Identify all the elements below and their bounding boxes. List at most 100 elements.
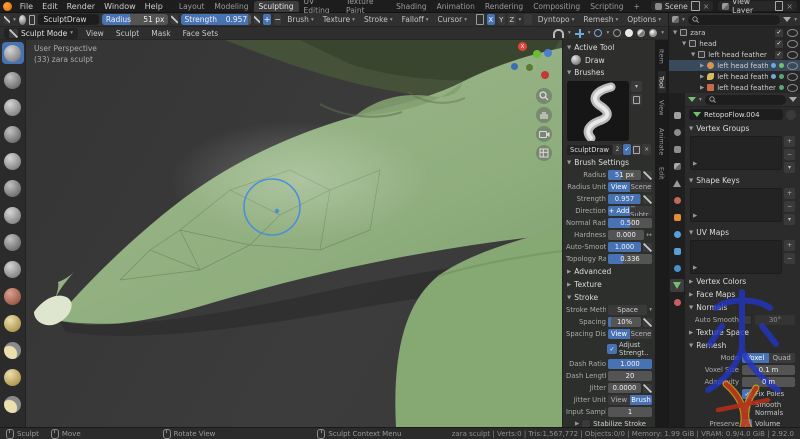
editor-type-icon[interactable] bbox=[4, 15, 10, 24]
overlays-icon[interactable] bbox=[594, 29, 602, 37]
tab-object[interactable] bbox=[670, 211, 684, 224]
modifier-icon[interactable] bbox=[771, 74, 776, 79]
armature-data-icon[interactable] bbox=[779, 85, 784, 90]
new-scene-icon[interactable] bbox=[691, 1, 700, 11]
advanced-header[interactable]: ▶Advanced bbox=[563, 265, 655, 278]
preserve-volume-checkbox[interactable]: ✓ bbox=[742, 419, 752, 427]
curve-data-icon[interactable] bbox=[779, 74, 784, 79]
shading-material-icon[interactable] bbox=[637, 29, 645, 37]
spacing-field[interactable]: 10% bbox=[608, 317, 641, 327]
tool-crease-button[interactable] bbox=[2, 231, 24, 253]
remove-vertex-group-button[interactable]: − bbox=[784, 149, 795, 160]
remesh-menu[interactable]: Remesh▾ bbox=[580, 15, 621, 24]
mesh-datablock-field[interactable]: RetopoFlow.004 bbox=[689, 109, 783, 120]
texture-menu[interactable]: Texture▾ bbox=[320, 15, 358, 24]
outliner-row-head[interactable]: ▼ head ✓ bbox=[669, 38, 800, 49]
view-menu[interactable]: View bbox=[82, 29, 108, 38]
axis-y-gizmo[interactable] bbox=[533, 50, 541, 58]
add-shape-key-button[interactable]: + bbox=[784, 188, 795, 199]
filter-icon[interactable] bbox=[783, 17, 791, 22]
mirror-z-button[interactable]: Z bbox=[508, 14, 515, 25]
gizmo-icon[interactable] bbox=[575, 29, 584, 38]
tab-scene[interactable] bbox=[670, 177, 684, 190]
tool-flatten-button[interactable] bbox=[2, 285, 24, 307]
brush-icon-toggle[interactable] bbox=[631, 94, 642, 105]
tool-draw-button[interactable] bbox=[2, 42, 24, 64]
stroke-header[interactable]: ▼Stroke bbox=[563, 291, 655, 304]
uv-maps-list[interactable]: ▶ bbox=[690, 240, 782, 274]
shape-keys-header[interactable]: ▼Shape Keys bbox=[685, 174, 800, 187]
tab-item[interactable]: Item bbox=[658, 44, 666, 69]
tool-smooth-button[interactable] bbox=[2, 258, 24, 280]
brush-preview-icon[interactable] bbox=[19, 15, 26, 25]
collection-checkbox[interactable]: ✓ bbox=[774, 28, 784, 38]
brushes-header[interactable]: ▼Brushes bbox=[563, 66, 655, 79]
face-maps-header[interactable]: ▶Face Maps bbox=[685, 288, 800, 301]
add-uv-map-button[interactable]: + bbox=[784, 240, 795, 251]
axis-negz-gizmo[interactable] bbox=[541, 71, 549, 79]
tool-clay-strips-button[interactable] bbox=[2, 123, 24, 145]
scene-selector[interactable]: Scene × bbox=[651, 1, 714, 11]
strength-pressure-icon[interactable] bbox=[643, 195, 652, 204]
collection-checkbox[interactable]: ✓ bbox=[774, 39, 784, 49]
tool-grab-button[interactable] bbox=[2, 393, 24, 415]
workspace-tab-sculpting[interactable]: Sculpting bbox=[254, 1, 299, 12]
strength-slider[interactable]: Strength 0.957 bbox=[181, 14, 252, 25]
perspective-toggle-button[interactable] bbox=[536, 145, 552, 161]
cursor-menu[interactable]: Cursor▾ bbox=[435, 15, 470, 24]
outliner-row-zara[interactable]: ▼ zara ✓ bbox=[669, 27, 800, 38]
dyntopo-menu[interactable]: Dyntopo▾ bbox=[535, 15, 578, 24]
stroke-menu[interactable]: Stroke▾ bbox=[361, 15, 396, 24]
mode-selector[interactable]: Sculpt Mode ▾ bbox=[4, 28, 78, 39]
tool-draw-sharp-button[interactable] bbox=[2, 69, 24, 91]
tab-render[interactable] bbox=[670, 126, 684, 139]
viewport-canvas[interactable]: User Perspective (33) zara sculpt X bbox=[0, 40, 668, 427]
vertex-group-specials-button[interactable]: ▾ bbox=[784, 162, 795, 173]
outliner-row-feather-hook[interactable]: ▶ left head feather hook bbox=[669, 82, 800, 93]
camera-view-button[interactable] bbox=[536, 126, 552, 142]
axis-x-gizmo[interactable]: X bbox=[518, 42, 527, 51]
workspace-tab-animation[interactable]: Animation bbox=[432, 1, 480, 12]
tab-material[interactable] bbox=[670, 296, 684, 309]
mask-menu[interactable]: Mask bbox=[147, 29, 174, 38]
vertex-colors-header[interactable]: ▶Vertex Colors bbox=[685, 275, 800, 288]
radius-slider[interactable]: Radius 51 px bbox=[102, 14, 169, 25]
tab-particles[interactable] bbox=[670, 245, 684, 258]
tab-tool[interactable]: Tool bbox=[658, 71, 666, 94]
axis-negx-gizmo[interactable] bbox=[511, 63, 518, 70]
tab-animate[interactable]: Animate bbox=[658, 123, 666, 160]
tab-edit[interactable]: Edit bbox=[658, 162, 666, 185]
vertex-groups-list[interactable]: ▶ bbox=[690, 136, 782, 170]
collection-checkbox[interactable]: ✓ bbox=[774, 50, 784, 60]
active-tool-header[interactable]: ▼Active Tool bbox=[563, 41, 655, 54]
shading-rendered-icon[interactable] bbox=[649, 29, 657, 37]
fake-user-shield-icon[interactable]: ✓ bbox=[623, 144, 632, 155]
mesh-data-icon[interactable] bbox=[779, 63, 784, 68]
mirror-y-button[interactable]: Y bbox=[498, 14, 505, 25]
hide-icon[interactable] bbox=[787, 40, 798, 48]
hide-icon[interactable] bbox=[787, 51, 798, 59]
tab-view[interactable]: View bbox=[658, 95, 666, 120]
texture-header[interactable]: ▶Texture bbox=[563, 278, 655, 291]
vertex-groups-header[interactable]: ▼Vertex Groups bbox=[685, 122, 800, 135]
tool-blob-button[interactable] bbox=[2, 204, 24, 226]
jitter-unit-toggle[interactable]: View Brush bbox=[608, 395, 652, 405]
stroke-method-dropdown[interactable]: Space bbox=[608, 305, 647, 315]
normal-radius-field[interactable]: 0.500 bbox=[608, 218, 652, 228]
remesh-mode-toggle[interactable]: Voxel Quad bbox=[742, 353, 795, 363]
mirror-x-button[interactable]: X bbox=[487, 14, 494, 25]
brush-settings-header[interactable]: ▼Brush Settings bbox=[563, 156, 655, 169]
jitter-pressure-icon[interactable] bbox=[643, 384, 652, 393]
voxel-size-field[interactable]: 0.1 m bbox=[742, 365, 795, 375]
workspace-tab-modeling[interactable]: Modeling bbox=[209, 1, 253, 12]
duplicate-brush-icon[interactable] bbox=[632, 144, 641, 155]
outliner-type-icon[interactable] bbox=[672, 16, 679, 23]
view-layer-selector[interactable]: View Layer × bbox=[718, 1, 797, 11]
spacing-pressure-icon[interactable] bbox=[643, 318, 652, 327]
menu-edit[interactable]: Edit bbox=[38, 2, 62, 11]
hide-icon[interactable] bbox=[787, 29, 798, 37]
hardness-field[interactable]: 0.000 bbox=[608, 230, 644, 240]
brush-menu[interactable]: Brush▾ bbox=[284, 15, 316, 24]
spacing-distance-toggle[interactable]: View Scene bbox=[608, 329, 652, 339]
tool-fill-button[interactable] bbox=[2, 312, 24, 334]
